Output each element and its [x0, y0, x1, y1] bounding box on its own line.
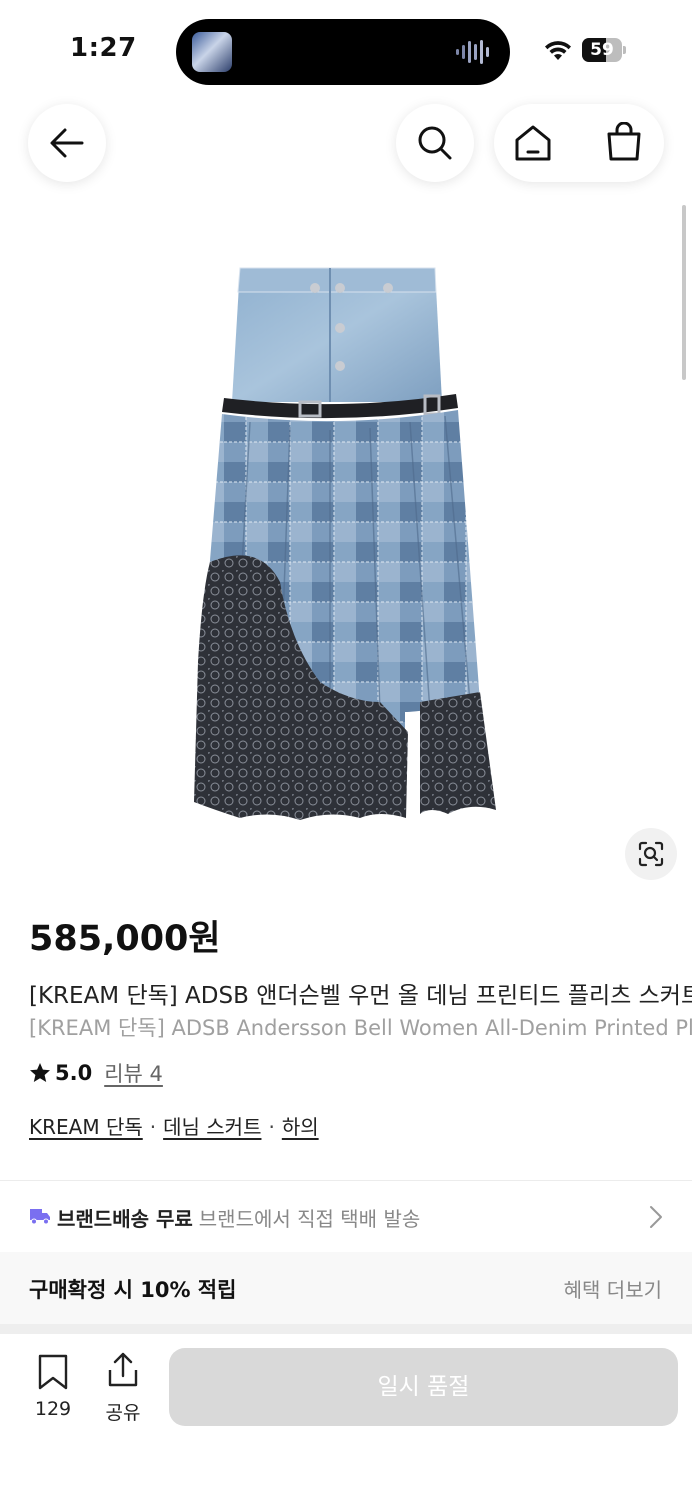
reviews-link[interactable]: 리뷰 4 — [104, 1058, 163, 1088]
share-button[interactable]: 공유 — [94, 1352, 152, 1426]
rating-row: 5.0 리뷰 4 — [29, 1058, 163, 1088]
sold-out-button[interactable]: 일시 품절 — [169, 1348, 678, 1426]
search-icon — [418, 126, 452, 160]
audio-waveform-icon — [456, 40, 489, 64]
chevron-right-icon — [650, 1206, 662, 1228]
tag-denim-skirt[interactable]: 데님 스커트 — [163, 1115, 261, 1139]
wifi-icon — [545, 41, 571, 60]
shipping-label: 브랜드배송 무료 — [57, 1207, 193, 1231]
share-icon — [108, 1352, 138, 1387]
home-icon[interactable] — [514, 124, 552, 162]
back-arrow-icon — [50, 128, 84, 158]
search-button[interactable] — [396, 104, 474, 182]
tag-kream-exclusive[interactable]: KREAM 단독 — [29, 1115, 143, 1139]
benefit-row: 구매확정 시 10% 적립 혜택 더보기 — [0, 1252, 692, 1324]
tag-bottoms[interactable]: 하의 — [282, 1115, 319, 1139]
shipping-row[interactable]: 브랜드배송 무료 브랜드에서 직접 택배 발송 — [0, 1181, 692, 1251]
shipping-desc: 브랜드에서 직접 택배 발송 — [198, 1207, 421, 1231]
battery-percent: 59 — [590, 40, 614, 60]
product-image[interactable] — [180, 262, 510, 828]
bookmark-icon — [38, 1354, 68, 1390]
back-button[interactable] — [28, 104, 106, 182]
share-label: 공유 — [105, 1402, 141, 1424]
tag-separator: · — [268, 1115, 275, 1139]
product-title-ko: [KREAM 단독] ADSB 앤더슨벨 우먼 올 데님 프린티드 플리츠 스커… — [29, 983, 692, 1009]
status-time: 1:27 — [70, 33, 137, 63]
battery-indicator: 59 — [582, 38, 626, 62]
wish-button[interactable]: 129 — [22, 1352, 84, 1426]
shipping-text: 브랜드배송 무료 브랜드에서 직접 택배 발송 — [57, 1203, 420, 1232]
bottom-action-bar: 129 공유 일시 품절 — [0, 1334, 692, 1500]
product-price: 585,000원 — [29, 919, 221, 959]
scroll-indicator[interactable] — [682, 205, 686, 380]
lens-search-icon — [638, 841, 664, 867]
status-bar: 1:27 59 — [0, 0, 692, 100]
rating-score: 5.0 — [55, 1061, 93, 1085]
benefit-title: 구매확정 시 10% 적립 — [29, 1278, 237, 1302]
dynamic-island[interactable] — [176, 19, 510, 85]
home-cart-group — [494, 104, 664, 182]
truck-icon — [30, 1209, 50, 1225]
tag-separator: · — [149, 1115, 157, 1139]
wish-count: 129 — [34, 1398, 72, 1420]
benefit-more-link[interactable]: 혜택 더보기 — [564, 1274, 662, 1303]
star-icon — [30, 1063, 50, 1082]
now-playing-artwork — [192, 32, 232, 72]
product-title-en: [KREAM 단독] ADSB Andersson Bell Women All… — [29, 1016, 692, 1040]
shopping-bag-icon[interactable] — [606, 122, 642, 162]
category-tags: KREAM 단독 · 데님 스커트 · 하의 — [29, 1111, 319, 1140]
section-separator — [0, 1324, 692, 1334]
lens-search-button[interactable] — [625, 828, 677, 880]
